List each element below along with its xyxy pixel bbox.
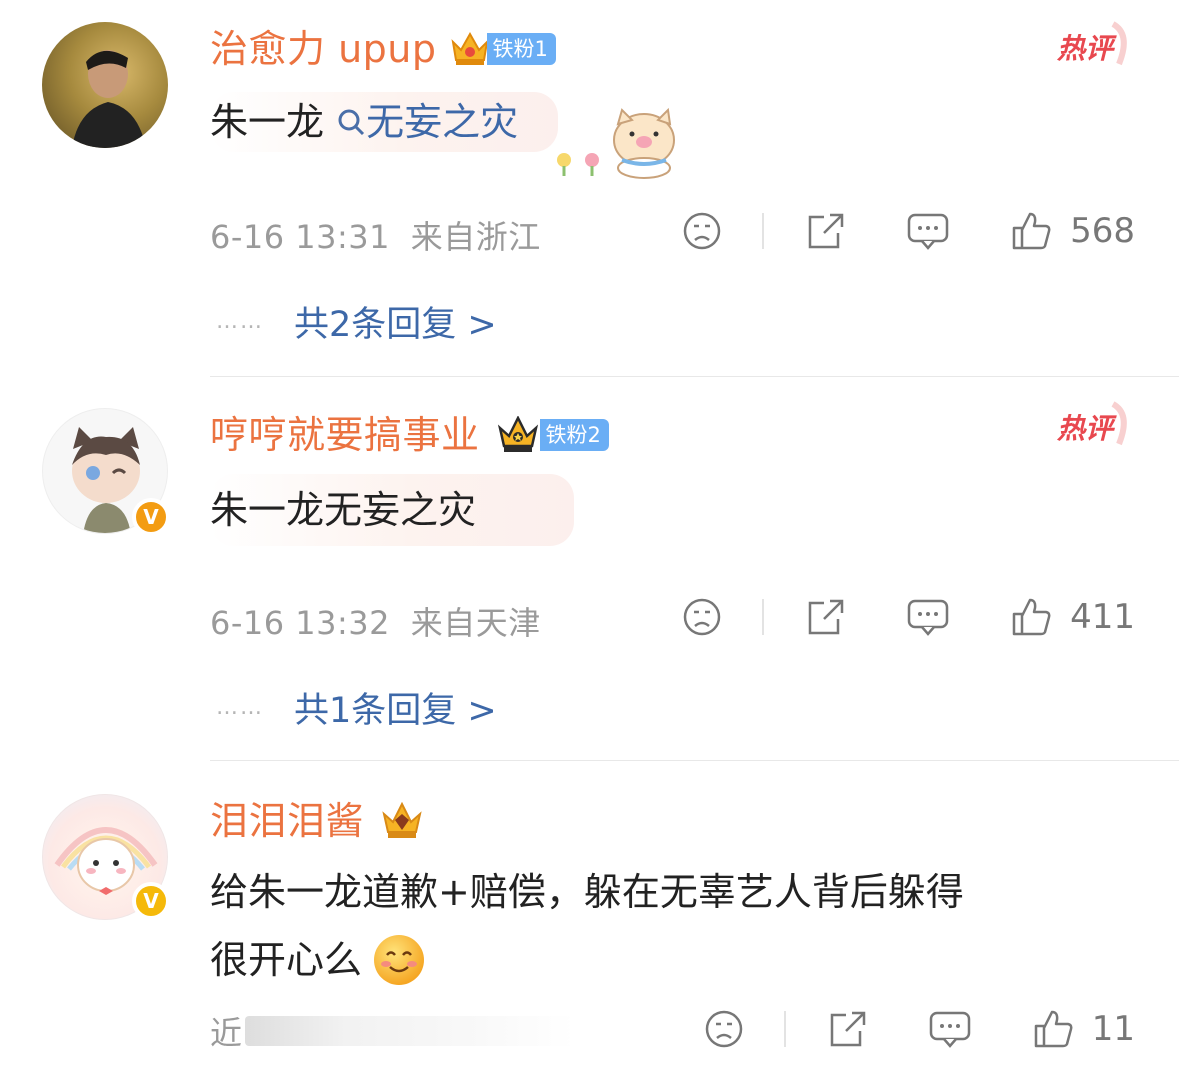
- comment-item: V 泪泪泪酱 给朱一龙道歉+赔偿，躲在无辜艺人背后躲得 很开心么 近 11: [0, 762, 1179, 1078]
- cat-sticker-icon: [557, 107, 675, 179]
- content-bubble: 朱一龙 无妄之灾: [210, 92, 559, 152]
- comment-divider: [210, 760, 1179, 761]
- comment-meta: 6-16 13:31 来自浙江: [210, 212, 541, 258]
- thumbs-up-icon: [1034, 1010, 1073, 1048]
- action-divider: [783, 1011, 786, 1047]
- content-line: 给朱一龙道歉+赔偿，躲在无辜艺人背后躲得: [210, 870, 964, 914]
- username[interactable]: 治愈力 upup: [210, 26, 437, 72]
- dislike-button[interactable]: [704, 1009, 744, 1049]
- search-link[interactable]: 无妄之灾: [366, 100, 518, 144]
- like-button[interactable]: 411: [1010, 596, 1135, 638]
- timestamp: 近: [210, 1014, 243, 1052]
- comment-content: 朱一龙无妄之灾: [210, 474, 575, 546]
- content-text: 朱一龙无妄之灾: [210, 488, 477, 532]
- comment-content: 朱一龙 无妄之灾: [210, 92, 559, 152]
- verified-badge: V: [132, 882, 170, 920]
- share-icon: [808, 599, 844, 635]
- fan-badge: 铁粉2: [539, 419, 609, 451]
- location: 来自天津: [410, 604, 541, 642]
- fan-badge: 铁粉1: [486, 33, 556, 65]
- like-button[interactable]: 568: [1010, 210, 1135, 252]
- smile-emoji-icon: [374, 935, 425, 985]
- content-bubble: 朱一龙无妄之灾: [210, 474, 575, 546]
- crown-icon: [451, 31, 488, 65]
- action-divider: [762, 599, 765, 635]
- share-button[interactable]: [804, 211, 846, 251]
- like-count: 11: [1091, 1009, 1135, 1049]
- dislike-button[interactable]: [682, 597, 722, 637]
- frown-icon: [683, 212, 721, 250]
- content-text: 很开心么: [210, 938, 363, 982]
- comment-content: 给朱一龙道歉+赔偿，躲在无辜艺人背后躲得 很开心么: [210, 858, 964, 994]
- comment-meta: 6-16 13:32 来自天津: [210, 598, 541, 644]
- thumbs-up-icon: [1012, 212, 1051, 250]
- reply-button[interactable]: [928, 1009, 972, 1049]
- like-count: 568: [1070, 211, 1135, 251]
- share-button[interactable]: [804, 597, 846, 637]
- obscured-meta: [244, 1016, 575, 1046]
- frown-icon: [683, 598, 721, 636]
- comment-item: 治愈力 upup 铁粉1 热评 朱一龙 无妄之灾 6-16 13:31 来自浙江…: [0, 0, 1179, 378]
- location: 来自浙江: [410, 218, 541, 256]
- comment-meta: 近: [210, 1008, 575, 1054]
- username-row: 泪泪泪酱: [210, 798, 428, 844]
- verified-badge: V: [132, 498, 170, 536]
- action-bar: 411: [682, 596, 1135, 638]
- hot-label: 热评: [1056, 412, 1117, 445]
- username[interactable]: 哼哼就要搞事业: [210, 412, 480, 458]
- crown-icon: [497, 416, 538, 452]
- share-icon: [830, 1011, 865, 1047]
- comment-icon: [929, 1011, 970, 1048]
- reply-button[interactable]: [906, 211, 950, 251]
- action-bar: 11: [704, 1008, 1135, 1050]
- avatar[interactable]: [42, 22, 168, 148]
- like-button[interactable]: 11: [1032, 1008, 1135, 1050]
- reply-summary: …… 共1条回复 >: [216, 682, 497, 733]
- username[interactable]: 泪泪泪酱: [210, 798, 364, 844]
- view-replies-link[interactable]: 共1条回复 >: [294, 682, 497, 733]
- like-count: 411: [1070, 597, 1135, 637]
- content-text: 朱一龙: [210, 100, 325, 144]
- action-bar: 568: [682, 210, 1135, 252]
- reply-dots: ……: [216, 695, 264, 720]
- crown-icon: [382, 802, 422, 838]
- dislike-button[interactable]: [682, 211, 722, 251]
- view-replies-link[interactable]: 共2条回复 >: [294, 296, 497, 347]
- frown-icon: [705, 1010, 742, 1048]
- reply-summary: …… 共2条回复 >: [216, 296, 497, 347]
- comment-icon: [907, 599, 949, 636]
- comment-icon: [907, 213, 949, 250]
- action-divider: [762, 213, 765, 249]
- reply-dots: ……: [216, 309, 264, 334]
- timestamp: 6-16 13:32: [210, 604, 391, 642]
- reply-button[interactable]: [906, 597, 950, 637]
- hot-comment-icon: 热评: [1056, 21, 1127, 66]
- username-row: 治愈力 upup 铁粉1: [210, 26, 556, 72]
- timestamp: 6-16 13:31: [210, 218, 391, 256]
- thumbs-up-icon: [1012, 598, 1051, 636]
- content-line-2: 很开心么: [210, 926, 964, 994]
- hot-label: 热评: [1056, 32, 1117, 65]
- comment-item: V 哼哼就要搞事业 铁粉2 热评 朱一龙无妄之灾 6-16 13:32 来自天津: [0, 378, 1179, 762]
- comment-divider: [210, 376, 1179, 377]
- username-row: 哼哼就要搞事业 铁粉2: [210, 412, 609, 458]
- hot-comment-icon: 热评: [1056, 401, 1127, 446]
- share-button[interactable]: [826, 1009, 868, 1049]
- search-icon[interactable]: [336, 107, 366, 137]
- share-icon: [808, 213, 844, 249]
